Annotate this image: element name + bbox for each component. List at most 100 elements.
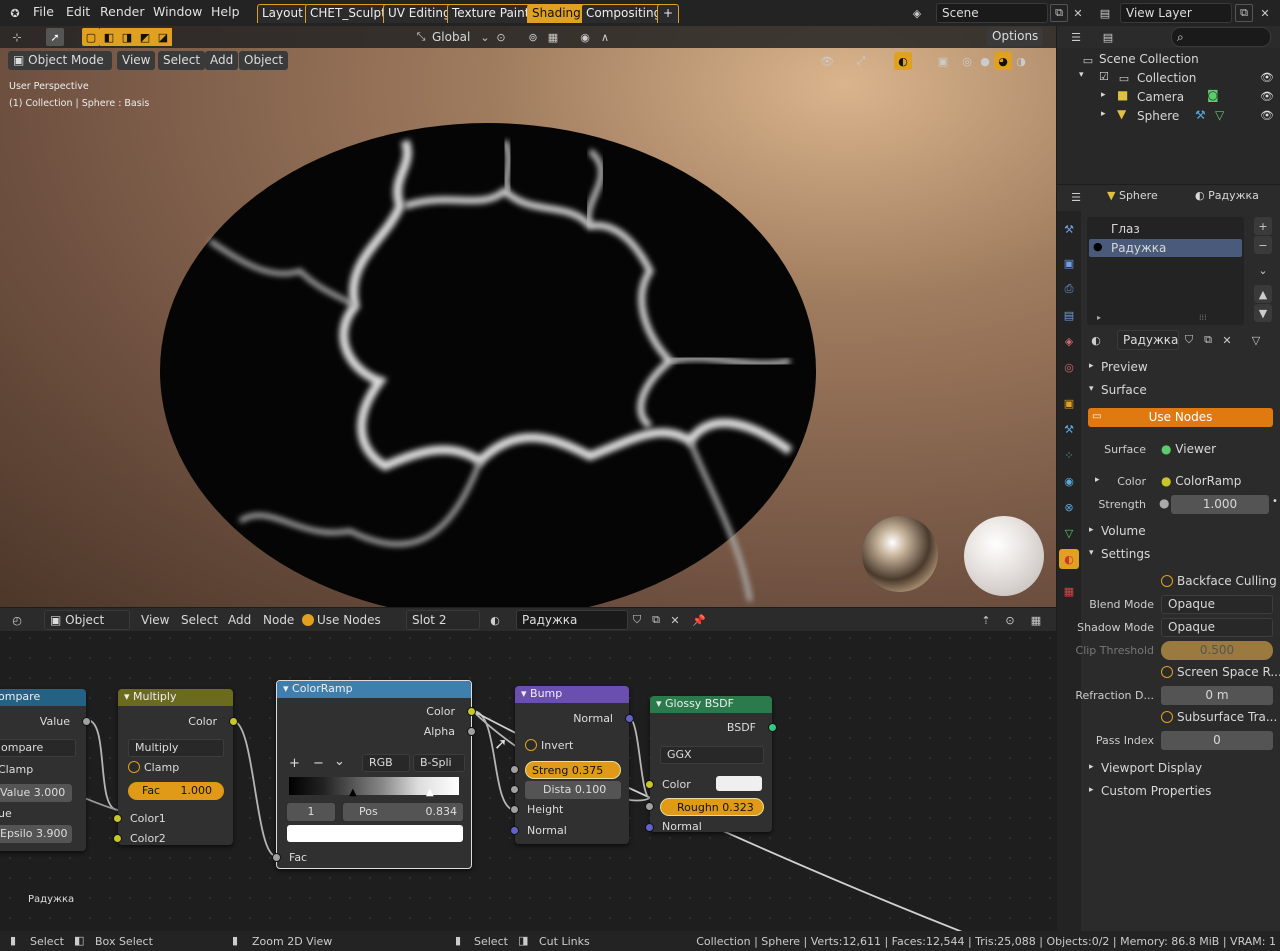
bump-invert-toggle[interactable]: Invert bbox=[525, 739, 573, 752]
colorramp-color-out-socket[interactable] bbox=[467, 707, 476, 716]
bump-height-socket[interactable] bbox=[510, 805, 519, 814]
render-tab-icon[interactable]: ▣ bbox=[1059, 253, 1079, 273]
colorramp-interpolation-dropdown[interactable]: B-Spli bbox=[413, 754, 465, 772]
panel-surface[interactable]: Surface bbox=[1101, 383, 1147, 397]
physics-tab-icon[interactable]: ◉ bbox=[1059, 471, 1079, 491]
menu-window[interactable]: Window bbox=[153, 4, 202, 19]
solid-shading-icon[interactable]: ● bbox=[976, 52, 994, 70]
list-resize-grip-icon[interactable]: ⁞⁞⁞ bbox=[1199, 313, 1207, 322]
colorramp-stop-0-handle[interactable]: ▲ bbox=[349, 787, 357, 798]
select-intersect-mode-icon[interactable]: ◪ bbox=[154, 28, 172, 46]
outliner-item-collection[interactable]: Collection bbox=[1137, 71, 1196, 85]
colorramp-mode-dropdown[interactable]: RGB bbox=[362, 754, 410, 772]
tab-texture-paint[interactable]: Texture Paint bbox=[447, 4, 535, 23]
material-tab-icon[interactable]: ◐ bbox=[1059, 549, 1079, 569]
browse-material-icon[interactable]: ◐ bbox=[1087, 331, 1105, 349]
editor-type-icon[interactable]: ⊹ bbox=[8, 28, 26, 46]
menu-add[interactable]: Add bbox=[205, 51, 239, 70]
screen-space-refraction-checkbox[interactable] bbox=[1161, 666, 1173, 678]
object-tab-icon[interactable]: ▣ bbox=[1059, 393, 1079, 413]
close-scene-icon[interactable]: ✕ bbox=[1069, 4, 1087, 22]
view-layer-tab-icon[interactable]: ▤ bbox=[1059, 305, 1079, 325]
options-dropdown[interactable]: Options bbox=[987, 27, 1044, 46]
copy-scene-icon[interactable]: ⧉ bbox=[1050, 4, 1068, 22]
wireframe-shading-icon[interactable]: ◎ bbox=[958, 52, 976, 70]
backface-culling-toggle[interactable]: Backface Culling bbox=[1161, 574, 1277, 588]
multiply-blend-dropdown[interactable]: Multiply bbox=[128, 739, 224, 757]
compare-value-field[interactable]: Value 3.000 bbox=[0, 784, 72, 802]
bump-normal-in-socket[interactable] bbox=[510, 826, 519, 835]
select-tool-icon[interactable]: ➚ bbox=[46, 28, 64, 46]
iris-mesh[interactable] bbox=[150, 121, 830, 607]
modifier-wrench-icon[interactable]: ⚒ bbox=[1195, 108, 1206, 122]
outliner[interactable]: ☰ ▤ ⌕ ▭ Scene Collection ▾ ☑ ▭ Collectio… bbox=[1057, 26, 1280, 184]
properties-duplicate-icon[interactable]: ⧉ bbox=[1199, 331, 1217, 349]
glossy-color-socket[interactable] bbox=[645, 780, 654, 789]
colorramp-index-field[interactable]: 1 bbox=[287, 803, 335, 821]
add-workspace-button[interactable]: + bbox=[657, 4, 680, 23]
pivot-point-icon[interactable]: ⊙ bbox=[492, 28, 510, 46]
use-nodes-button[interactable]: ▭ Use Nodes bbox=[1088, 408, 1273, 427]
properties-editor-type-icon[interactable]: ☰ bbox=[1067, 188, 1085, 206]
constraints-tab-icon[interactable]: ⊗ bbox=[1059, 497, 1079, 517]
scene-collection-label[interactable]: Scene Collection bbox=[1099, 52, 1199, 66]
node-bump[interactable]: ▾ Bump Normal Invert Streng 0.375 Dista … bbox=[510, 686, 634, 844]
outliner-item-camera[interactable]: Camera bbox=[1137, 90, 1184, 104]
settings-expand-icon[interactable]: ▾ bbox=[1089, 548, 1094, 558]
collapse-icon[interactable]: ▾ bbox=[521, 687, 530, 700]
colorramp-stop-1-handle[interactable]: ▲ bbox=[426, 787, 434, 798]
clamp-checkbox[interactable] bbox=[128, 761, 140, 773]
properties-unlink-icon[interactable]: ✕ bbox=[1218, 331, 1236, 349]
refraction-depth-field[interactable]: 0 m bbox=[1161, 686, 1273, 705]
menu-edit[interactable]: Edit bbox=[66, 4, 90, 19]
pass-index-field[interactable]: 0 bbox=[1161, 731, 1273, 750]
glossy-roughness-socket[interactable] bbox=[645, 802, 654, 811]
bump-distance-socket[interactable] bbox=[510, 785, 519, 794]
multiply-clamp-toggle[interactable]: Clamp bbox=[128, 761, 179, 774]
menu-select[interactable]: Select bbox=[158, 51, 206, 70]
shadow-mode-dropdown[interactable]: Opaque bbox=[1161, 618, 1273, 637]
collection-eye-icon[interactable]: 👁 bbox=[1260, 71, 1274, 84]
subsurface-translucency-checkbox[interactable] bbox=[1161, 711, 1173, 723]
multiply-color2-socket[interactable] bbox=[113, 834, 122, 843]
colorramp-fac-socket[interactable] bbox=[272, 853, 281, 862]
outliner-display-mode-icon[interactable]: ▤ bbox=[1099, 28, 1117, 46]
properties-editor[interactable]: ☰ ▼ Sphere ◐ Радужка ⚒ ▣ ⎙ ▤ ◈ ◎ ▣ ⚒ ⁘ ◉… bbox=[1057, 185, 1280, 931]
world-tab-icon[interactable]: ◎ bbox=[1059, 357, 1079, 377]
subsurface-translucency-toggle[interactable]: Subsurface Tra... bbox=[1161, 710, 1277, 724]
falloff-icon[interactable]: ∧ bbox=[596, 28, 614, 46]
glossy-normal-socket[interactable] bbox=[645, 823, 654, 832]
tool-tab-icon[interactable]: ⚒ bbox=[1059, 219, 1079, 239]
glossy-distribution-dropdown[interactable]: GGX bbox=[660, 746, 764, 764]
colorramp-add-stop-button[interactable]: + bbox=[289, 756, 300, 771]
move-slot-down-icon[interactable]: ▼ bbox=[1254, 304, 1272, 322]
colorramp-menu-button[interactable]: ⌄ bbox=[334, 754, 345, 769]
node-compare[interactable]: ompare Value ompare Clamp Value 3.000 ue… bbox=[0, 689, 91, 851]
glossy-bsdf-out-socket[interactable] bbox=[768, 723, 777, 732]
scene-tab-icon[interactable]: ◈ bbox=[1059, 331, 1079, 351]
compare-operation-dropdown[interactable]: ompare bbox=[0, 739, 76, 757]
clip-threshold-field[interactable]: 0.500 bbox=[1161, 641, 1273, 660]
multiply-color-out-socket[interactable] bbox=[229, 717, 238, 726]
visibility-icon[interactable]: 👁 bbox=[818, 52, 836, 70]
select-extend-mode-icon[interactable]: ◧ bbox=[100, 28, 118, 46]
xray-icon[interactable]: ▣ bbox=[934, 52, 952, 70]
close-view-layer-icon[interactable]: ✕ bbox=[1256, 4, 1274, 22]
colorramp-pos-field[interactable]: Pos 0.834 bbox=[343, 803, 463, 821]
collapse-icon[interactable]: ▾ bbox=[283, 682, 292, 695]
blender-logo-icon[interactable]: ✪ bbox=[6, 4, 24, 22]
sphere-expand-icon[interactable]: ▸ bbox=[1101, 109, 1106, 119]
panel-viewport-display[interactable]: Viewport Display bbox=[1101, 761, 1202, 775]
collapse-icon[interactable]: ▾ bbox=[124, 690, 133, 703]
copy-view-layer-icon[interactable]: ⧉ bbox=[1235, 4, 1253, 22]
menu-render[interactable]: Render bbox=[100, 4, 145, 19]
backface-culling-checkbox[interactable] bbox=[1161, 575, 1173, 587]
output-tab-icon[interactable]: ⎙ bbox=[1059, 279, 1079, 299]
menu-file[interactable]: File bbox=[33, 4, 54, 19]
tab-compositing[interactable]: Compositing bbox=[581, 4, 667, 23]
material-slot-item[interactable]: Глаз bbox=[1111, 222, 1140, 236]
color-expand-icon[interactable]: ▸ bbox=[1095, 475, 1100, 485]
modifier-tab-icon[interactable]: ⚒ bbox=[1059, 419, 1079, 439]
outliner-search-input[interactable]: ⌕ bbox=[1171, 27, 1271, 47]
snap-icon[interactable]: ⊚ bbox=[524, 28, 542, 46]
